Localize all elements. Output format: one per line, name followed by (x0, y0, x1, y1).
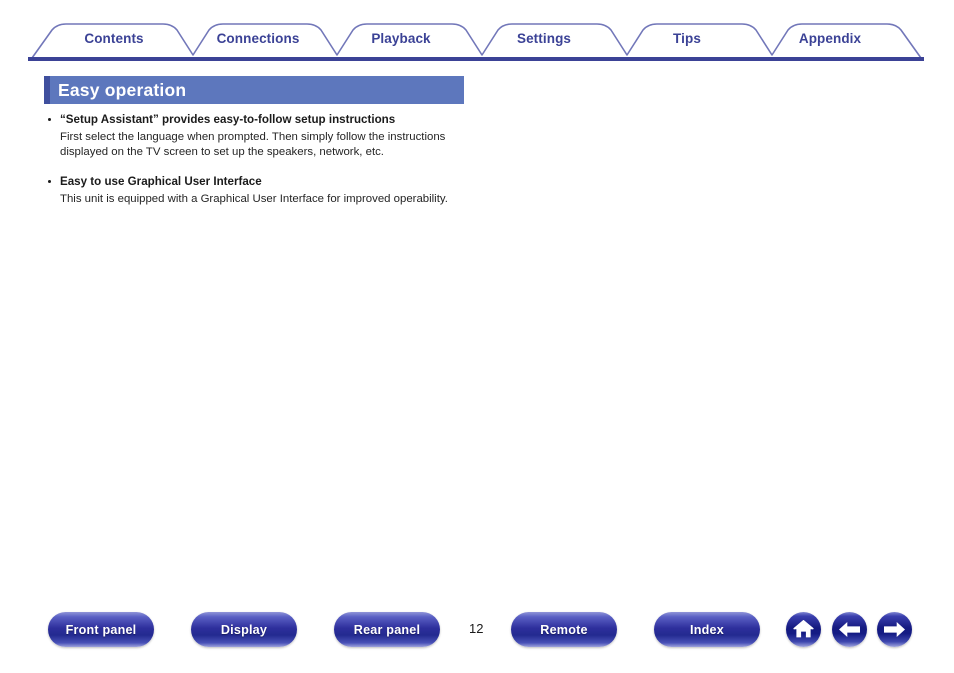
arrow-left-icon (839, 622, 860, 637)
bullet-dot-icon (48, 118, 51, 121)
arrow-right-icon (884, 622, 905, 637)
footer-button-display[interactable]: Display (191, 612, 297, 647)
bullet-body-text: This unit is equipped with a Graphical U… (60, 193, 448, 206)
footer-next-button[interactable] (877, 612, 912, 647)
bullet-dot-icon (48, 180, 51, 184)
tab-bar: Contents Connections Playback Settings T… (0, 0, 954, 62)
footer-button-index-label: Index (690, 622, 724, 637)
footer-button-rear-panel-label: Rear panel (353, 622, 421, 637)
list-item: “Setup Assistant” provides easy-to-follo… (46, 112, 476, 160)
footer-previous-button[interactable] (832, 612, 867, 647)
tab-playback[interactable]: Playback (371, 31, 430, 46)
footer-button-display-label: Display (220, 622, 268, 637)
footer-navigation: Front panel Display Rear panel 12 Remote… (0, 612, 954, 673)
footer-button-front-panel[interactable]: Front panel (48, 612, 154, 647)
footer-button-rear-panel[interactable]: Rear panel (334, 612, 440, 647)
tab-settings[interactable]: Settings (517, 31, 571, 46)
page-number: 12 (469, 621, 484, 636)
bullet-heading: “Setup Assistant” provides easy-to-follo… (46, 112, 476, 127)
footer-button-remote[interactable]: Remote (511, 612, 617, 647)
footer-button-index[interactable]: Index (654, 612, 760, 647)
bullet-body-text: First select the language when prompted.… (60, 131, 446, 159)
footer-button-remote-label: Remote (540, 622, 588, 637)
main-content: “Setup Assistant” provides easy-to-follo… (46, 112, 476, 222)
list-item: Easy to use Graphical User Interface Thi… (46, 174, 476, 207)
bullet-heading-text: Easy to use Graphical User Interface (60, 175, 262, 189)
tab-appendix[interactable]: Appendix (799, 31, 861, 46)
tab-tips[interactable]: Tips (673, 31, 701, 46)
footer-button-front-panel-label: Front panel (65, 622, 137, 637)
section-title-bar: Easy operation (44, 76, 464, 104)
bullet-heading: Easy to use Graphical User Interface (46, 174, 476, 189)
home-icon (793, 620, 814, 638)
bullet-heading-text: “Setup Assistant” provides easy-to-follo… (60, 113, 396, 126)
footer-home-button[interactable] (786, 612, 821, 647)
tab-connections[interactable]: Connections (217, 31, 300, 46)
tab-contents[interactable]: Contents (84, 31, 143, 46)
page-title: Easy operation (58, 79, 187, 100)
